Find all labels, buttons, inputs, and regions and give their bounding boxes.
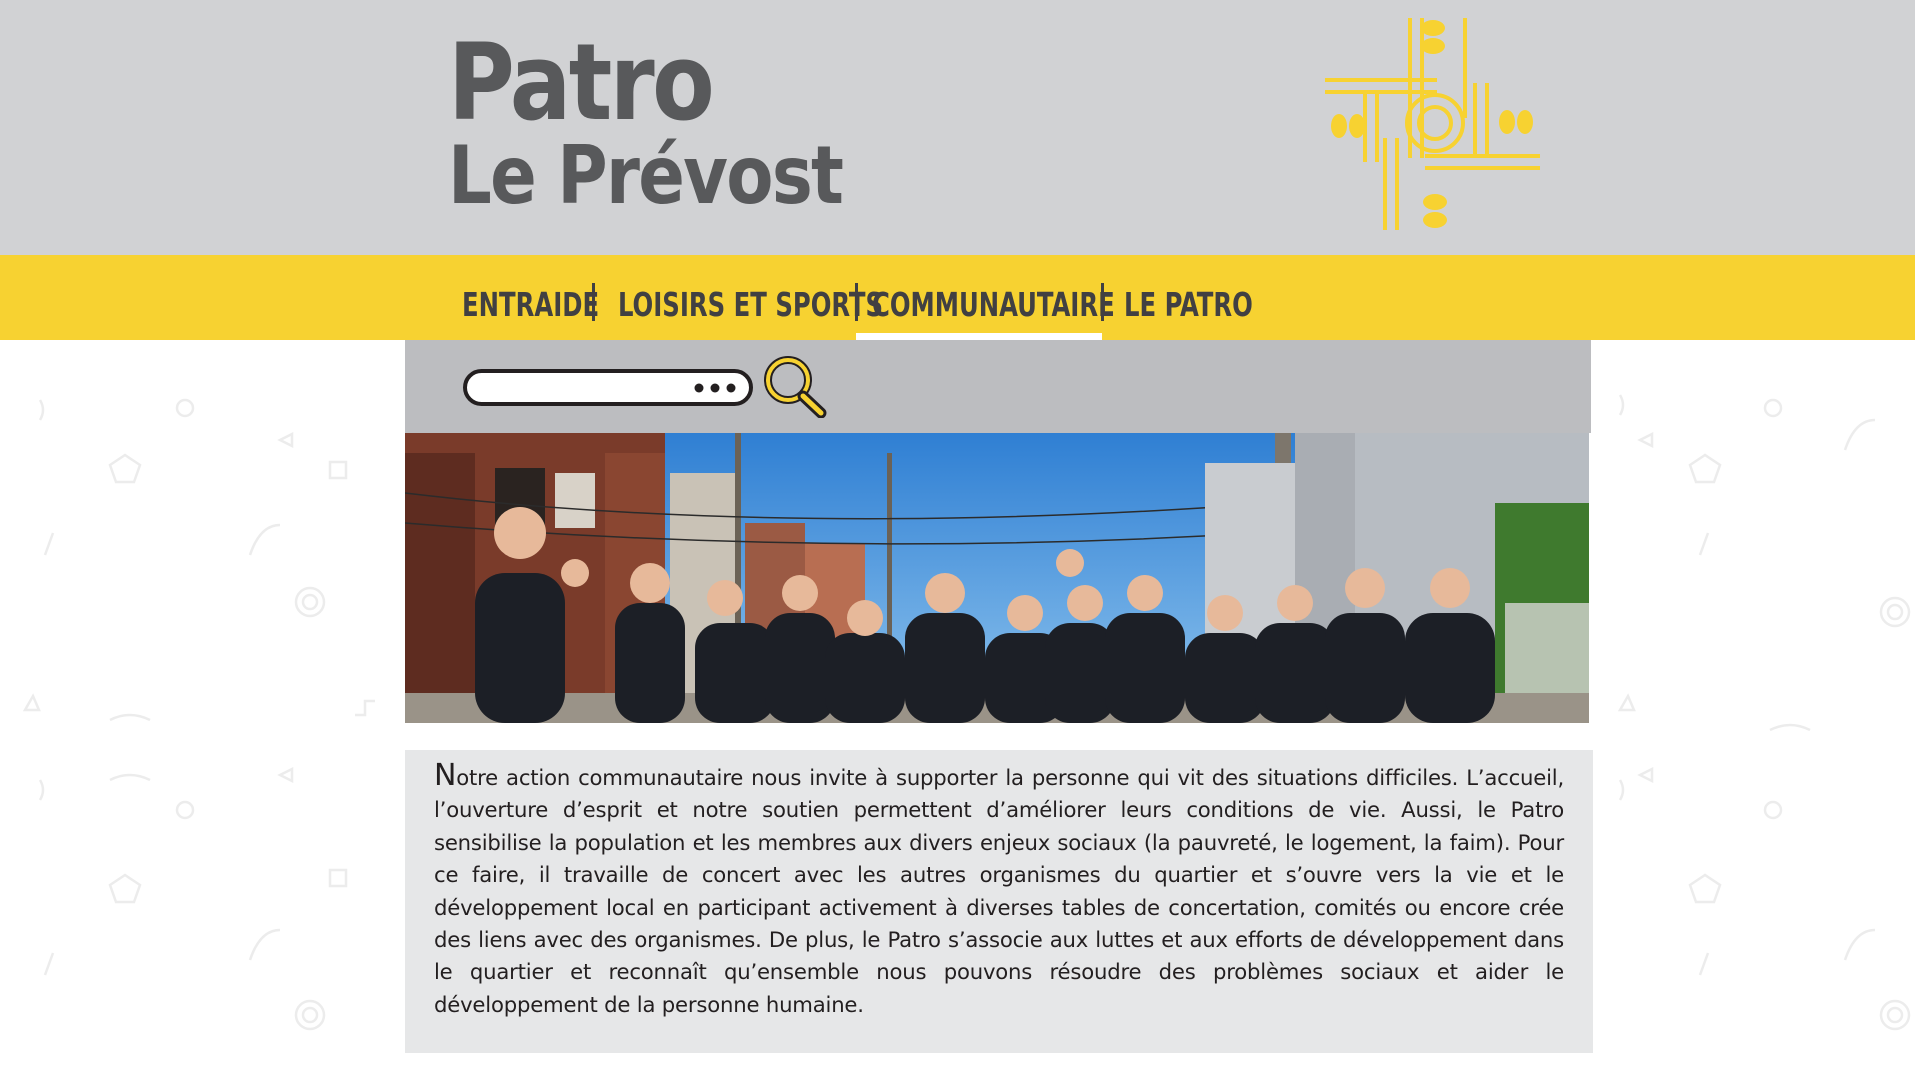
ellipsis-icon: [694, 383, 736, 393]
nav-item-communautaire[interactable]: COMMUNAUTAIRE: [872, 285, 1115, 325]
nav-active-indicator: [856, 333, 1102, 340]
site-header: Patro Le Prévost: [0, 0, 1915, 255]
nav-divider: [855, 283, 858, 321]
brand-name-line2[interactable]: Le Prévost: [448, 130, 844, 222]
main-nav: ENTRAIDE LOISIRS ET SPORTS COMMUNAUTAIRE…: [0, 255, 1915, 340]
patro-emblem-icon[interactable]: [1325, 18, 1540, 230]
nav-item-le-patro[interactable]: LE PATRO: [1124, 285, 1253, 325]
search-panel: [405, 340, 1591, 433]
content-paragraph: Notre action communautaire nous invite à…: [434, 758, 1564, 1017]
nav-item-loisirs-et-sports[interactable]: LOISIRS ET SPORTS: [618, 285, 883, 325]
community-group-photo: [405, 433, 1589, 723]
content-box: Notre action communautaire nous invite à…: [405, 750, 1593, 1053]
search-icon[interactable]: [763, 356, 827, 418]
nav-divider: [1101, 283, 1104, 321]
nav-item-entraide[interactable]: ENTRAIDE: [462, 285, 599, 325]
brand-name-line1[interactable]: Patro: [448, 22, 715, 144]
nav-divider: [592, 283, 595, 321]
